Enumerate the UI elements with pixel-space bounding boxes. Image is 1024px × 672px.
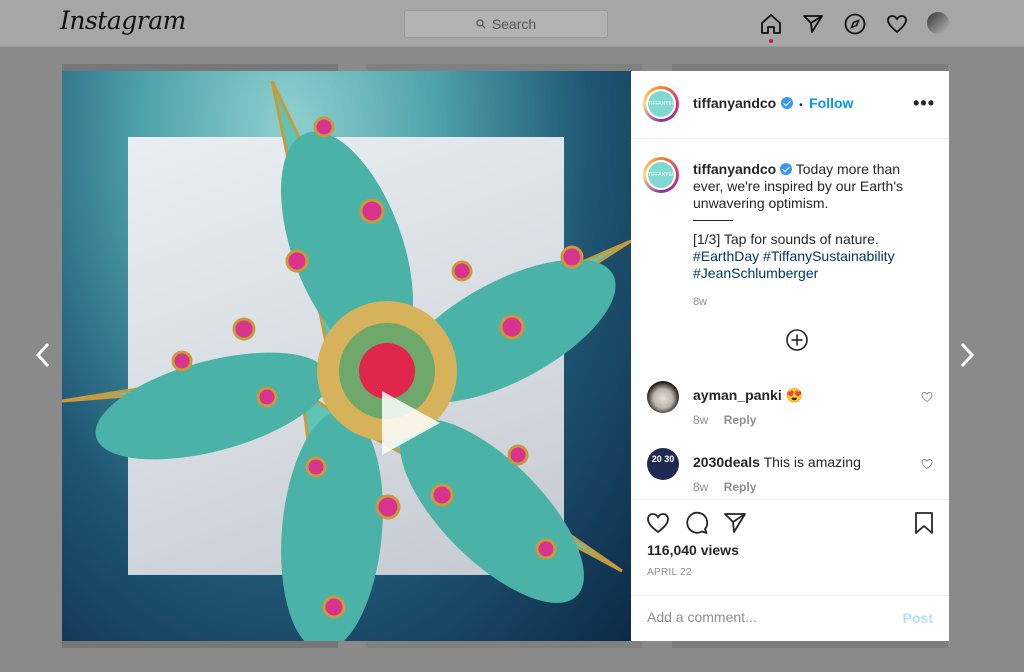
comment-meta: 8w Reply <box>693 480 756 494</box>
caption-divider <box>693 220 733 221</box>
direct-icon[interactable] <box>801 12 825 36</box>
add-comment-bar: Post <box>631 595 949 642</box>
post-comment-button[interactable]: Post <box>903 610 933 626</box>
caption-time: 8w <box>693 296 708 308</box>
save-icon[interactable] <box>911 510 937 536</box>
comment-body: This is amazing <box>763 454 861 470</box>
comment-username[interactable]: 2030deals <box>693 454 760 470</box>
starfish-brooch-image <box>62 80 631 641</box>
comment-text: ayman_panki 😍 <box>693 387 803 404</box>
avatar[interactable] <box>647 381 679 413</box>
separator-dot: • <box>799 100 803 111</box>
avatar[interactable]: 20 30 <box>647 448 679 480</box>
hashtag-link[interactable]: #TiffanySustainability <box>763 248 895 264</box>
instagram-logo[interactable]: Instagram <box>60 6 186 35</box>
home-icon[interactable] <box>759 12 783 36</box>
add-icon[interactable] <box>786 329 808 351</box>
hashtag-link[interactable]: #JeanSchlumberger <box>693 265 818 281</box>
post-date: APRIL 22 <box>647 567 692 578</box>
search-icon <box>476 19 486 29</box>
explore-icon[interactable] <box>843 12 867 36</box>
comment-item: ayman_panki 😍 8w Reply <box>647 381 937 431</box>
comment-body: 😍 <box>785 387 804 403</box>
follow-button[interactable]: Follow <box>809 95 853 111</box>
comment-meta: 8w Reply <box>693 413 756 427</box>
action-bar <box>631 499 949 534</box>
caption-username[interactable]: tiffanyandco <box>693 161 776 177</box>
search-box[interactable]: Search <box>404 10 608 38</box>
chevron-left-icon[interactable] <box>33 340 53 370</box>
comment-text: 2030deals This is amazing <box>693 454 861 470</box>
comment-icon[interactable] <box>684 510 710 536</box>
activity-icon[interactable] <box>885 12 909 36</box>
reply-button[interactable]: Reply <box>724 413 757 427</box>
top-nav-bar: Instagram Search <box>0 0 1024 47</box>
profile-avatar[interactable] <box>927 12 949 34</box>
comment-item: 20 30 2030deals This is amazing 8w Reply <box>647 448 937 498</box>
comment-time: 8w <box>693 480 709 494</box>
like-comment-icon[interactable] <box>921 458 933 470</box>
post-detail-panel: TIFFANY&CO. tiffanyandco • Follow ••• TI… <box>631 71 949 641</box>
post-header: TIFFANY&CO. tiffanyandco • Follow ••• <box>631 71 949 139</box>
home-active-dot <box>769 39 773 43</box>
comment-time: 8w <box>693 413 709 427</box>
verified-icon <box>780 163 793 175</box>
avatar[interactable]: TIFFANY&CO. <box>643 86 679 122</box>
caption: tiffanyandco Today more than ever, we're… <box>693 161 933 311</box>
caption-line2: [1/3] Tap for sounds of nature. <box>693 231 879 247</box>
view-count[interactable]: 116,040 views <box>647 542 739 558</box>
chevron-right-icon[interactable] <box>957 340 977 370</box>
header-user-row: tiffanyandco • Follow <box>693 95 853 113</box>
reply-button[interactable]: Reply <box>724 480 757 494</box>
comment-input[interactable] <box>645 608 879 626</box>
more-options-icon[interactable]: ••• <box>913 93 935 114</box>
caption-avatar[interactable]: TIFFANY&CO. <box>643 157 679 193</box>
comment-username[interactable]: ayman_panki <box>693 387 782 403</box>
verified-icon <box>780 97 793 109</box>
like-comment-icon[interactable] <box>921 391 933 403</box>
play-icon[interactable] <box>382 391 440 455</box>
hashtag-link[interactable]: #EarthDay <box>693 248 759 264</box>
share-icon[interactable] <box>722 510 748 536</box>
post-username[interactable]: tiffanyandco <box>693 95 776 111</box>
post-video[interactable] <box>62 71 631 641</box>
search-placeholder: Search <box>491 16 537 32</box>
like-icon[interactable] <box>645 510 671 536</box>
